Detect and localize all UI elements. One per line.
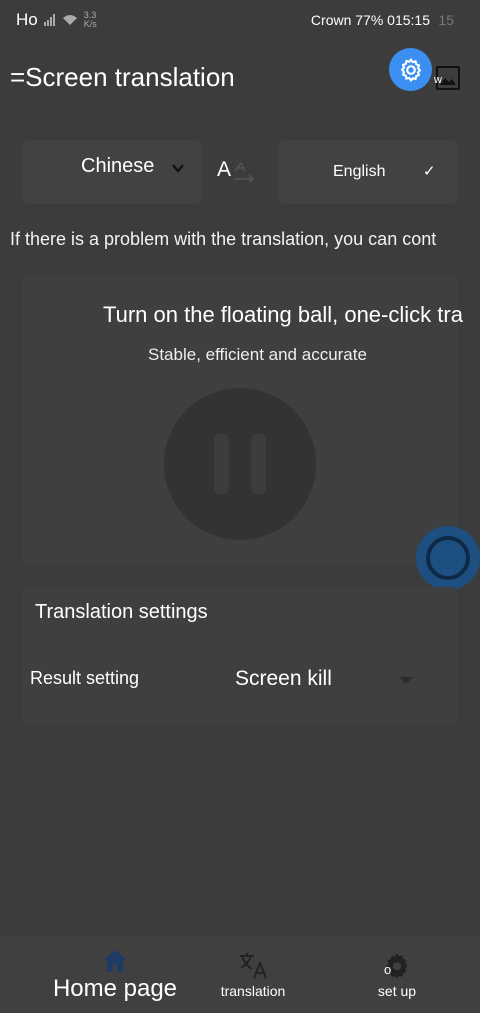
- image-icon-letter: w: [434, 74, 442, 86]
- nav-setup-label: set up: [377, 983, 417, 999]
- floating-ball-title: Turn on the floating ball, one-click tra: [103, 302, 463, 327]
- chevron-down-icon: [172, 164, 184, 173]
- settings-title: Translation settings: [35, 601, 208, 623]
- settings-button[interactable]: [389, 48, 432, 91]
- pause-icon: [214, 433, 229, 495]
- nav-setup[interactable]: o set up: [367, 951, 427, 999]
- gear-icon: [400, 57, 421, 82]
- translate-icon: [240, 953, 267, 979]
- floating-ball-ring: [426, 536, 470, 580]
- signal-icon: [43, 14, 55, 26]
- nav-translation-label: translation: [220, 983, 286, 999]
- carrier-label: Ho: [16, 10, 38, 29]
- translation-notice: If there is a problem with the translati…: [10, 229, 437, 249]
- source-language-selector[interactable]: Chinese: [22, 140, 202, 204]
- target-language: English: [333, 163, 386, 180]
- bottom-nav: Home page translation o set up: [0, 937, 480, 1013]
- target-language-selector[interactable]: English ✓: [278, 140, 458, 204]
- floating-ball-toggle[interactable]: [164, 388, 316, 540]
- floating-ball-subtitle: Stable, efficient and accurate: [148, 345, 367, 364]
- source-language: Chinese: [81, 155, 155, 177]
- translate-swap-icon: A: [217, 158, 232, 181]
- status-bar: Ho 3.3 K/s 15 Crown 77% 015:15: [0, 0, 480, 40]
- nav-home-label: Home page: [52, 975, 178, 1002]
- nav-setup-overlay: o: [384, 962, 392, 977]
- nav-home[interactable]: Home page: [50, 949, 180, 1003]
- page-title: =Screen translation: [10, 62, 235, 92]
- nav-translation[interactable]: translation: [215, 951, 291, 999]
- check-icon: ✓: [423, 163, 436, 180]
- result-setting-dropdown[interactable]: Screen kill: [235, 667, 332, 691]
- swap-arrow-icon: [234, 162, 255, 182]
- dropdown-arrow-icon[interactable]: [399, 677, 413, 684]
- pause-icon-bar: [251, 433, 266, 495]
- result-setting-label: Result setting: [30, 668, 140, 688]
- wifi-icon: [62, 15, 77, 25]
- status-ghost-time: 15: [438, 12, 454, 28]
- network-speed: 3.3 K/s: [83, 10, 97, 29]
- image-button[interactable]: w: [434, 66, 460, 90]
- swap-languages-button[interactable]: A: [216, 156, 256, 186]
- floating-ball[interactable]: [416, 526, 480, 590]
- status-left: Ho 3.3 K/s: [16, 10, 97, 30]
- home-icon: [103, 950, 127, 972]
- status-right: Crown 77% 015:15: [310, 12, 430, 28]
